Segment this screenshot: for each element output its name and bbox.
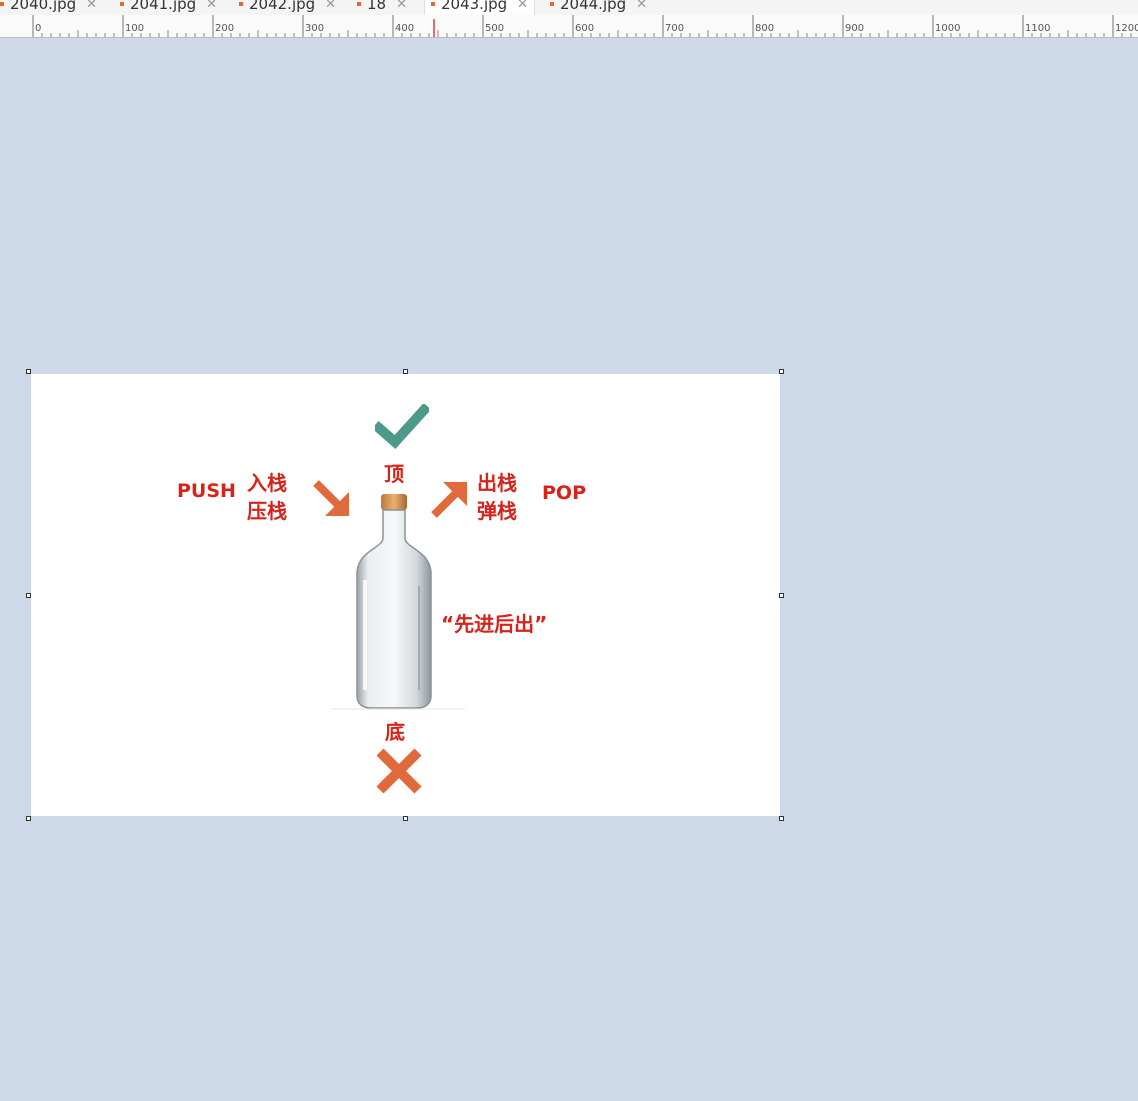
file-dot-icon	[0, 2, 4, 6]
push-label: PUSH	[177, 480, 236, 502]
tab-2041[interactable]: 2041.jpg ✕	[120, 0, 217, 15]
ruler-label: 1100	[1025, 23, 1050, 34]
file-dot-icon	[550, 2, 554, 6]
tab-18[interactable]: 18 ✕	[357, 0, 407, 15]
ruler-label: 100	[125, 23, 144, 34]
ruler-label: 200	[215, 23, 234, 34]
cross-icon	[376, 748, 422, 794]
file-dot-icon	[239, 2, 243, 6]
ruler-label: 800	[755, 23, 774, 34]
top-label: 顶	[384, 462, 404, 486]
close-icon[interactable]: ✕	[517, 0, 528, 12]
tab-bar: 2040.jpg ✕ 2041.jpg ✕ 2042.jpg ✕ 18 ✕ 20…	[0, 0, 1138, 15]
resize-handle-bottom-left[interactable]	[26, 816, 31, 821]
resize-handle-top-left[interactable]	[26, 369, 31, 374]
ruler-label: 0	[35, 23, 41, 34]
resize-handle-left[interactable]	[26, 593, 31, 598]
tab-label: 2044.jpg	[560, 0, 627, 13]
ruler-label: 500	[485, 23, 504, 34]
pop-label: POP	[542, 482, 587, 504]
close-icon[interactable]: ✕	[86, 0, 97, 12]
bottle-image	[331, 494, 465, 710]
ruler-label: 700	[665, 23, 684, 34]
pop-cn-label-1: 出栈	[477, 471, 517, 495]
ruler-label: 1000	[935, 23, 960, 34]
resize-handle-bottom-right[interactable]	[779, 816, 784, 821]
ruler-graphic: 0 100 200 300 400 500 600 700 800 900 1000 1100 1200	[32, 15, 1138, 37]
file-dot-icon	[120, 2, 124, 6]
check-icon	[375, 404, 429, 449]
resize-handle-right[interactable]	[779, 593, 784, 598]
horizontal-ruler: 0 100 200 300 400 500 600 700 800 900 1000 1100 1200	[0, 15, 1138, 38]
ruler-label: 1200	[1115, 23, 1138, 34]
tab-label: 18	[367, 0, 387, 13]
close-icon[interactable]: ✕	[206, 0, 217, 12]
tab-label: 2041.jpg	[130, 0, 197, 13]
file-dot-icon	[431, 2, 435, 6]
resize-handle-top-right[interactable]	[779, 369, 784, 374]
tab-label: 2040.jpg	[10, 0, 77, 13]
ruler-label: 600	[575, 23, 594, 34]
tab-2040[interactable]: 2040.jpg ✕	[0, 0, 97, 15]
resize-handle-bottom[interactable]	[403, 816, 408, 821]
file-dot-icon	[357, 2, 361, 6]
tab-2043[interactable]: 2043.jpg ✕	[424, 0, 536, 15]
ruler-label: 900	[845, 23, 864, 34]
tab-2044[interactable]: 2044.jpg ✕	[550, 0, 647, 15]
push-cn-label-2: 压栈	[247, 499, 287, 523]
push-cn-label-1: 入栈	[247, 471, 287, 495]
close-icon[interactable]: ✕	[636, 0, 647, 12]
pop-cn-label-2: 弹栈	[477, 499, 517, 523]
lifo-text: “先进后出”	[441, 612, 548, 636]
close-icon[interactable]: ✕	[325, 0, 336, 12]
tab-2042[interactable]: 2042.jpg ✕	[239, 0, 336, 15]
ruler-label: 300	[305, 23, 324, 34]
tab-label: 2042.jpg	[249, 0, 316, 13]
bottom-label: 底	[385, 720, 405, 744]
tab-label: 2043.jpg	[441, 0, 508, 13]
resize-handle-top[interactable]	[403, 369, 408, 374]
ruler-label: 400	[395, 23, 414, 34]
image-canvas[interactable]: 顶 PUSH 入栈 压栈 出栈 弹栈 POP “先进后出” 底	[31, 374, 780, 816]
close-icon[interactable]: ✕	[396, 0, 407, 12]
